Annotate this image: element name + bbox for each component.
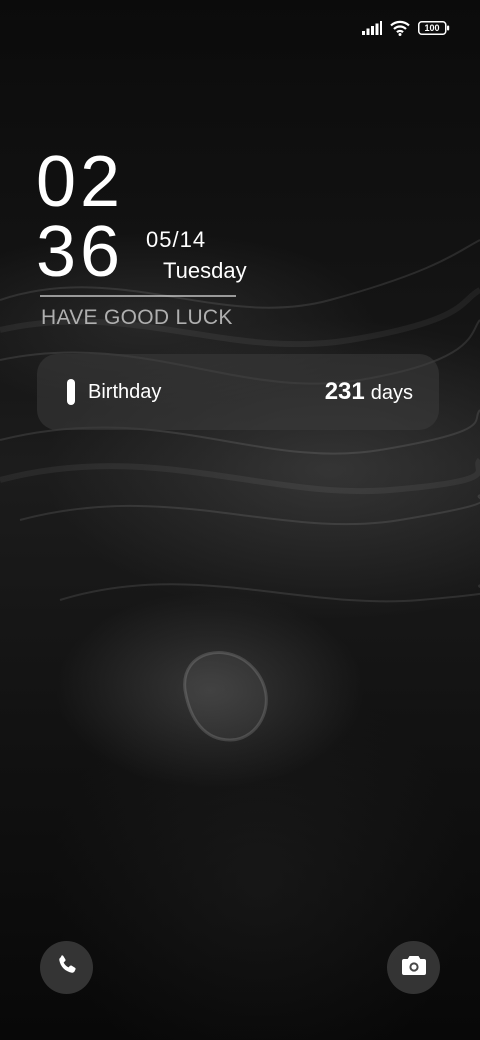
countdown-unit: days (370, 382, 413, 404)
cellular-signal-icon (362, 21, 382, 35)
clock-hours: 02 (36, 142, 125, 222)
motto-text: HAVE GOOD LUCK (41, 306, 233, 329)
camera-icon (401, 954, 427, 981)
countdown-value: 231 days (325, 378, 413, 406)
phone-shortcut-button[interactable] (40, 941, 93, 994)
countdown-label: Birthday (88, 381, 162, 403)
camera-shortcut-button[interactable] (387, 941, 440, 994)
phone-icon (55, 953, 79, 982)
widget-marker (67, 379, 75, 405)
clock-minutes: 36 (36, 212, 125, 292)
date-text: 05/14 (146, 227, 207, 252)
weekday-text: Tuesday (163, 258, 247, 283)
countdown-number: 231 (324, 378, 365, 405)
battery-level-text: 100 (424, 23, 440, 33)
countdown-widget[interactable]: Birthday 231 days (37, 354, 439, 430)
lock-screen: 100 02 36 05/14 Tuesday HAVE GOOD LUCK B… (0, 0, 480, 1040)
battery-icon: 100 (418, 21, 450, 35)
clock-divider (40, 295, 236, 297)
status-bar: 100 (362, 18, 450, 38)
wifi-icon (390, 20, 410, 36)
